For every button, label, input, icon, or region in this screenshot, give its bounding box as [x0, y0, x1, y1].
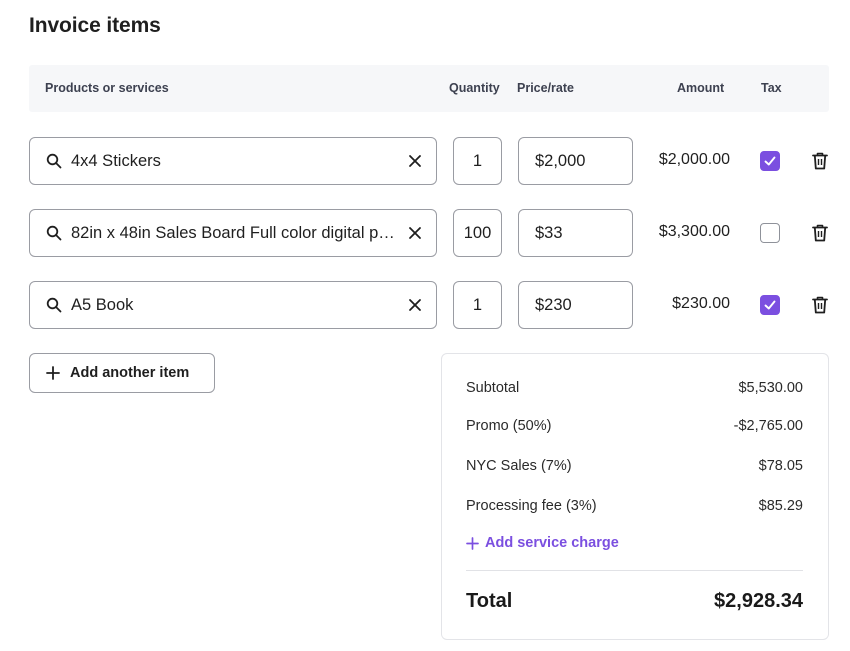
- product-name: 4x4 Stickers: [71, 151, 161, 170]
- header-products: Products or services: [45, 81, 169, 95]
- trash-icon[interactable]: [811, 151, 829, 171]
- quantity-input[interactable]: 1: [453, 137, 502, 185]
- trash-icon[interactable]: [811, 223, 829, 243]
- sales-tax-value: $78.05: [758, 458, 803, 474]
- header-quantity: Quantity: [449, 81, 500, 95]
- close-icon[interactable]: [408, 226, 422, 240]
- sales-tax-label: NYC Sales (7%): [466, 458, 572, 474]
- product-search-field[interactable]: 82in x 48in Sales Board Full color digit…: [29, 209, 437, 257]
- page-title: Invoice items: [29, 14, 161, 37]
- check-icon: [764, 300, 776, 310]
- item-row: 4x4 Stickers 1 $2,000 $2,000.00: [29, 137, 829, 185]
- quantity-input[interactable]: 1: [453, 281, 502, 329]
- item-row: 82in x 48in Sales Board Full color digit…: [29, 209, 829, 257]
- product-name: A5 Book: [71, 295, 134, 314]
- total-row: Total $2,928.34: [466, 590, 803, 613]
- add-service-charge-label: Add service charge: [485, 535, 619, 551]
- plus-icon: [466, 536, 479, 550]
- promo-label: Promo (50%): [466, 418, 552, 434]
- check-icon: [764, 156, 776, 166]
- total-label: Total: [466, 590, 513, 612]
- tax-checkbox[interactable]: [760, 223, 780, 243]
- line-amount: $3,300.00: [658, 223, 730, 240]
- sales-tax-row: NYC Sales (7%) $78.05: [466, 458, 803, 474]
- plus-icon: [46, 366, 60, 380]
- header-amount: Amount: [677, 81, 725, 95]
- processing-fee-value: $85.29: [758, 498, 803, 514]
- search-icon: [46, 297, 62, 313]
- item-row: A5 Book 1 $230 $230.00: [29, 281, 829, 329]
- add-service-charge-button[interactable]: Add service charge: [466, 535, 619, 551]
- product-search-field[interactable]: 4x4 Stickers: [29, 137, 437, 185]
- processing-fee-label: Processing fee (3%): [466, 498, 597, 514]
- divider: [466, 570, 803, 571]
- subtotal-label: Subtotal: [466, 380, 520, 396]
- promo-value: -$2,765.00: [733, 418, 803, 434]
- search-icon: [46, 153, 62, 169]
- search-icon: [46, 225, 62, 241]
- items-table-header: Products or services Quantity Price/rate…: [29, 65, 829, 112]
- tax-checkbox[interactable]: [760, 151, 780, 171]
- line-amount: $2,000.00: [658, 151, 730, 168]
- product-search-field[interactable]: A5 Book: [29, 281, 437, 329]
- price-input[interactable]: $33: [518, 209, 633, 257]
- promo-row: Promo (50%) -$2,765.00: [466, 418, 803, 434]
- close-icon[interactable]: [408, 298, 422, 312]
- close-icon[interactable]: [408, 154, 422, 168]
- header-price: Price/rate: [517, 81, 574, 95]
- quantity-input[interactable]: 100: [453, 209, 502, 257]
- add-item-label: Add another item: [70, 365, 190, 381]
- price-input[interactable]: $2,000: [518, 137, 633, 185]
- trash-icon[interactable]: [811, 295, 829, 315]
- subtotal-value: $5,530.00: [738, 380, 803, 396]
- header-tax: Tax: [761, 81, 782, 95]
- line-amount: $230.00: [672, 295, 730, 312]
- total-value: $2,928.34: [714, 590, 803, 612]
- tax-checkbox[interactable]: [760, 295, 780, 315]
- product-name: 82in x 48in Sales Board Full color digit…: [71, 223, 402, 242]
- add-item-button[interactable]: Add another item: [29, 353, 215, 393]
- subtotal-row: Subtotal $5,530.00: [466, 380, 803, 396]
- price-input[interactable]: $230: [518, 281, 633, 329]
- processing-fee-row: Processing fee (3%) $85.29: [466, 498, 803, 514]
- summary-panel: Subtotal $5,530.00 Promo (50%) -$2,765.0…: [441, 353, 829, 640]
